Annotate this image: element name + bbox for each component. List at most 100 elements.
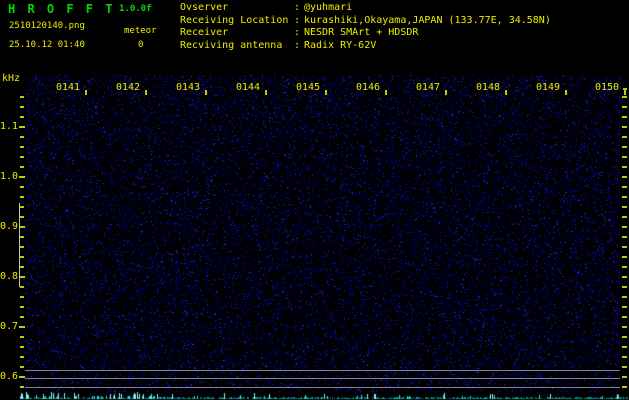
freq-minor-tick [20, 206, 24, 208]
freq-right-tick [622, 126, 627, 128]
time-tick-label: 0144 [236, 82, 261, 93]
carrier-line [25, 387, 620, 388]
carrier-line [25, 378, 620, 379]
freq-minor-tick [20, 216, 24, 218]
freq-minor-tick [20, 236, 24, 238]
station-info-label: Recviving antenna [180, 39, 283, 51]
time-tick-mark [145, 90, 147, 95]
freq-right-tick [622, 156, 627, 158]
freq-right-tick [622, 186, 627, 188]
freq-tick-label: 1.1 [0, 121, 19, 132]
hrofft-window: H R O F F T 1.0.0f 2510120140.png 25.10.… [0, 0, 629, 400]
freq-minor-tick [20, 146, 24, 148]
freq-major-tick [19, 126, 25, 128]
freq-minor-tick [20, 266, 24, 268]
output-filename: 2510120140.png [9, 21, 85, 31]
time-tick-mark [325, 90, 327, 95]
station-info-colon: : [294, 14, 301, 26]
record-datetime: 25.10.12 01:40 [9, 40, 85, 50]
time-tick-label: 0141 [56, 82, 81, 93]
carrier-line [25, 370, 620, 371]
station-info-colon: : [294, 27, 301, 38]
freq-tick-label: 0.8 [0, 271, 19, 282]
freq-right-tick [622, 266, 627, 268]
calibration-bar [19, 203, 20, 287]
freq-right-tick [622, 136, 627, 138]
freq-right-tick [622, 386, 627, 388]
time-tick-label: 0146 [356, 82, 381, 93]
station-info-row: Receiving Location: kurashiki,Okayama,JAP… [180, 15, 551, 28]
station-info-value: Radix RY-62V [304, 39, 377, 51]
spectrogram-canvas [18, 74, 629, 400]
freq-minor-tick [20, 96, 24, 98]
freq-right-tick [622, 166, 627, 168]
time-tick-mark [445, 90, 447, 95]
time-tick-label: 0149 [536, 82, 561, 93]
station-info-value: NESDR SMArt + HDSDR [304, 27, 419, 38]
freq-right-tick [622, 336, 627, 338]
freq-minor-tick [20, 246, 24, 248]
time-tick-mark [565, 90, 567, 95]
freq-right-tick [622, 246, 627, 248]
freq-tick-label: 0.6 [0, 371, 19, 382]
time-tick-label: 0145 [296, 82, 321, 93]
freq-tick-label: 0.9 [0, 221, 19, 232]
freq-right-tick [622, 196, 627, 198]
freq-tick-label: 1.0 [0, 171, 19, 182]
time-tick-label: 0147 [416, 82, 441, 93]
meteor-counter-value: 0 [138, 40, 144, 50]
station-info-label: Ovserver [180, 2, 229, 13]
station-info-colon: : [294, 39, 301, 51]
station-info-value: @yuhmari [304, 2, 353, 13]
time-tick-mark [205, 90, 207, 95]
station-info-label: Receiving Location [180, 14, 289, 26]
meteor-counter-label: meteor [124, 26, 157, 36]
time-right-tick [623, 88, 627, 90]
freq-right-tick [622, 326, 627, 328]
station-info-colon: : [294, 2, 301, 13]
freq-right-tick [622, 286, 627, 288]
freq-minor-tick [20, 136, 24, 138]
freq-right-tick [622, 346, 627, 348]
time-tick-mark [85, 90, 87, 95]
time-tick-mark [624, 90, 626, 95]
station-info-row: Recviving antenna: Radix RY-62V [180, 40, 551, 53]
freq-right-tick [622, 236, 627, 238]
freq-right-tick [622, 206, 627, 208]
freq-right-tick [622, 256, 627, 258]
freq-minor-tick [20, 336, 24, 338]
freq-right-tick [622, 146, 627, 148]
station-info-row: Ovserver: @yuhmari [180, 2, 551, 15]
freq-right-tick [622, 176, 627, 178]
station-info-label: Receiver [180, 27, 229, 38]
freq-right-tick [622, 356, 627, 358]
freq-right-tick [622, 96, 627, 98]
freq-minor-tick [20, 306, 24, 308]
freq-minor-tick [20, 166, 24, 168]
freq-minor-tick [20, 106, 24, 108]
freq-right-tick [622, 226, 627, 228]
station-info-value: kurashiki,Okayama,JAPAN (133.77E, 34.58N… [304, 14, 551, 26]
time-tick-label: 0148 [476, 82, 501, 93]
freq-right-tick [622, 276, 627, 278]
freq-minor-tick [20, 156, 24, 158]
time-tick-label: 0142 [116, 82, 141, 93]
freq-minor-tick [20, 366, 24, 368]
freq-right-tick [622, 366, 627, 368]
freq-right-tick [622, 316, 627, 318]
time-tick-label: 0150 [595, 82, 620, 93]
freq-right-tick [622, 376, 627, 378]
freq-tick-label: 0.7 [0, 321, 19, 332]
station-info-block: Ovserver: @yuhmari Receiving Location: kura… [180, 2, 551, 52]
freq-minor-tick [20, 356, 24, 358]
freq-minor-tick [20, 256, 24, 258]
freq-right-tick [622, 116, 627, 118]
freq-right-tick [622, 106, 627, 108]
station-info-row: Receiver: NESDR SMArt + HDSDR [180, 27, 551, 40]
freq-right-tick [622, 296, 627, 298]
freq-minor-tick [20, 316, 24, 318]
freq-minor-tick [20, 386, 24, 388]
time-tick-mark [505, 90, 507, 95]
freq-axis-unit: kHz [2, 73, 21, 84]
freq-major-tick [19, 176, 25, 178]
